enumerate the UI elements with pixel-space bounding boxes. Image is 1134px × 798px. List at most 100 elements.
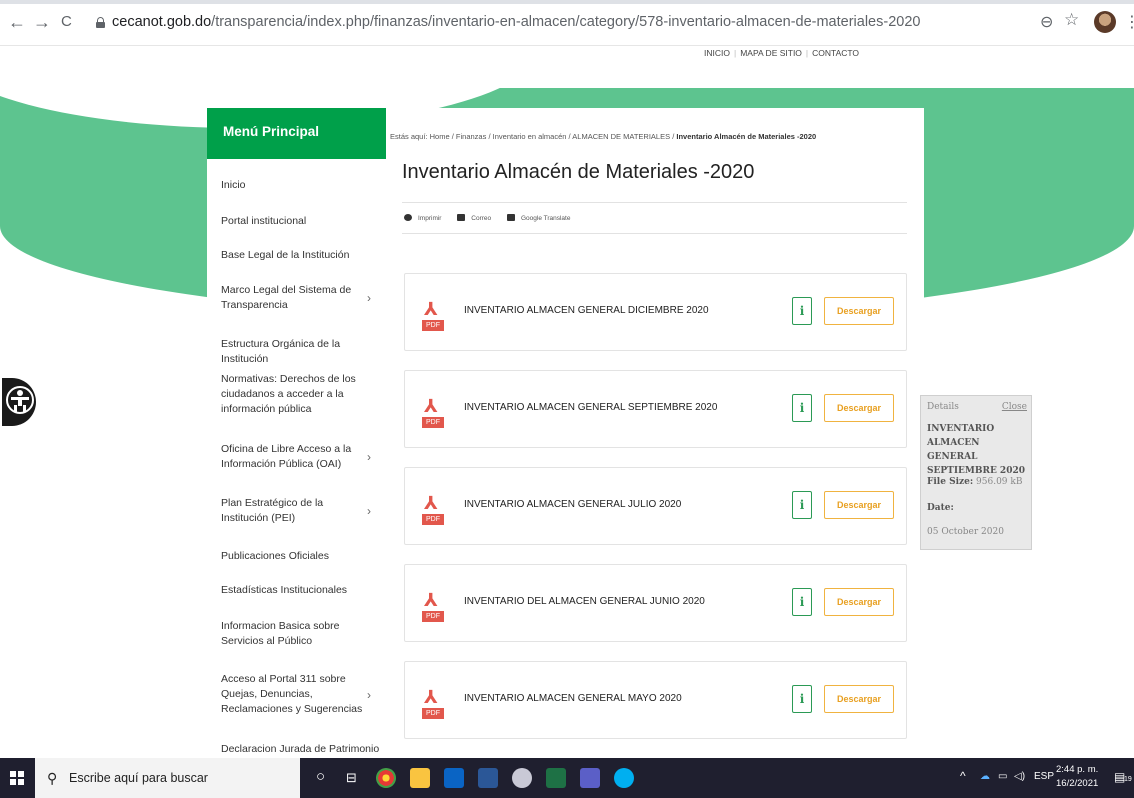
outlook-icon[interactable] xyxy=(444,768,464,788)
sidebar-item-oai[interactable]: Oficina de Libre Acceso a la Información… xyxy=(221,442,361,472)
file-name[interactable]: INVENTARIO ALMACEN GENERAL JULIO 2020 xyxy=(464,499,681,510)
teams-icon[interactable] xyxy=(580,768,600,788)
chevron-right-icon: › xyxy=(367,504,371,518)
cortana-icon[interactable]: ○ xyxy=(316,768,325,785)
sidebar-item-portal-311[interactable]: Acceso al Portal 311 sobre Quejas, Denun… xyxy=(221,672,366,717)
profile-avatar[interactable] xyxy=(1094,11,1116,33)
file-name[interactable]: INVENTARIO ALMACEN GENERAL MAYO 2020 xyxy=(464,693,682,704)
info-button[interactable]: i xyxy=(792,491,812,519)
breadcrumb-item-home[interactable]: Home xyxy=(430,132,450,141)
paint-icon[interactable] xyxy=(512,768,532,788)
breadcrumb-separator: / xyxy=(451,132,454,141)
util-link-mapa[interactable]: MAPA DE SITIO xyxy=(736,48,806,58)
sidebar-item-publicaciones[interactable]: Publicaciones Oficiales xyxy=(221,549,381,564)
sidebar-item-base-legal[interactable]: Base Legal de la Institución xyxy=(221,248,381,263)
info-button[interactable]: i xyxy=(792,394,812,422)
print-button[interactable]: Imprimir xyxy=(404,214,441,222)
breadcrumb-item-finanzas[interactable]: Finanzas xyxy=(456,132,486,141)
utility-links: INICIO | MAPA DE SITIO | CONTACTO xyxy=(700,48,863,58)
network-icon[interactable]: ▭ xyxy=(998,771,1007,782)
details-date-value: 05 October 2020 xyxy=(927,527,1004,537)
download-button[interactable]: Descargar xyxy=(824,394,894,422)
sidebar-item-normativas[interactable]: Normativas: Derechos de los ciudadanos a… xyxy=(221,372,361,417)
sidebar-item-servicios[interactable]: Informacion Basica sobre Servicios al Pú… xyxy=(221,619,381,649)
info-button[interactable]: i xyxy=(792,297,812,325)
breadcrumb-separator: / xyxy=(568,132,571,141)
info-button[interactable]: i xyxy=(792,685,812,713)
email-label: Correo xyxy=(471,215,492,222)
file-row: ⅄ PDF INVENTARIO ALMACEN GENERAL MAYO 202… xyxy=(404,661,907,739)
file-row: ⅄ PDF INVENTARIO ALMACEN GENERAL DICIEMBR… xyxy=(404,273,907,351)
download-button[interactable]: Descargar xyxy=(824,491,894,519)
download-button[interactable]: Descargar xyxy=(824,685,894,713)
zoom-icon[interactable]: ⊖ xyxy=(1040,12,1053,32)
pdf-icon: ⅄ PDF xyxy=(422,493,444,527)
breadcrumb-item-almacen[interactable]: ALMACEN DE MATERIALES xyxy=(572,132,670,141)
file-name[interactable]: INVENTARIO DEL ALMACEN GENERAL JUNIO 202… xyxy=(464,596,705,607)
task-view-icon[interactable]: ⊟ xyxy=(346,770,357,786)
forward-icon[interactable]: → xyxy=(33,12,51,32)
breadcrumb-current: Inventario Almacén de Materiales -2020 xyxy=(676,132,817,141)
browser-menu-icon[interactable]: ⋮ xyxy=(1124,12,1134,32)
sidebar-item-marco-legal[interactable]: Marco Legal del Sistema de Transparencia xyxy=(221,283,361,313)
pdf-icon: ⅄ PDF xyxy=(422,299,444,333)
article-tools: Imprimir Correo Google Translate xyxy=(404,214,584,222)
breadcrumb-item-inventario[interactable]: Inventario en almacén xyxy=(493,132,567,141)
taskbar-search[interactable]: ⚲ Escribe aquí para buscar xyxy=(35,758,300,798)
details-date-label: Date: xyxy=(927,503,954,513)
sidebar-item-declaracion[interactable]: Declaracion Jurada de Patrimonio xyxy=(221,742,381,757)
pdf-icon: ⅄ PDF xyxy=(422,590,444,624)
pdf-tag: PDF xyxy=(422,611,444,622)
translate-label: Google Translate xyxy=(520,215,571,222)
file-explorer-icon[interactable] xyxy=(410,768,430,788)
taskbar-search-placeholder: Escribe aquí para buscar xyxy=(69,771,208,785)
download-button[interactable]: Descargar xyxy=(824,297,894,325)
accessibility-button[interactable] xyxy=(2,378,36,426)
sidebar-item-estadisticas[interactable]: Estadísticas Institucionales xyxy=(221,583,381,598)
sidebar-title: Menú Principal xyxy=(207,108,386,159)
back-icon[interactable]: ← xyxy=(8,12,26,32)
bookmark-star-icon[interactable]: ☆ xyxy=(1064,10,1079,30)
clock-date: 16/2/2021 xyxy=(1056,778,1099,789)
file-name[interactable]: INVENTARIO ALMACEN GENERAL SEPTIEMBRE 20… xyxy=(464,402,717,413)
breadcrumb-separator: / xyxy=(672,132,675,141)
pdf-icon: ⅄ PDF xyxy=(422,687,444,721)
pdf-tag: PDF xyxy=(422,417,444,428)
file-row: ⅄ PDF INVENTARIO DEL ALMACEN GENERAL JUNI… xyxy=(404,564,907,642)
windows-start-icon[interactable] xyxy=(10,771,24,785)
url-text[interactable]: cecanot.gob.do/transparencia/index.php/f… xyxy=(112,14,920,30)
system-clock[interactable]: 2:44 p. m. 16/2/2021 xyxy=(1056,763,1098,791)
tab-strip xyxy=(0,0,1134,4)
sidebar-item-pei[interactable]: Plan Estratégico de la Institución (PEI) xyxy=(221,496,366,526)
reload-icon[interactable]: C xyxy=(61,12,72,32)
sidebar-item-portal[interactable]: Portal institucional xyxy=(221,214,381,229)
file-name[interactable]: INVENTARIO ALMACEN GENERAL DICIEMBRE 202… xyxy=(464,305,709,316)
email-button[interactable]: Correo xyxy=(457,214,491,222)
volume-icon[interactable]: ◁) xyxy=(1014,771,1025,782)
language-indicator[interactable]: ESP xyxy=(1034,771,1054,782)
util-link-contacto[interactable]: CONTACTO xyxy=(808,48,863,58)
notification-count: 19 xyxy=(1124,776,1132,783)
url-path: /transparencia/index.php/finanzas/invent… xyxy=(211,14,921,30)
breadcrumb: Estás aquí: Home / Finanzas / Inventario… xyxy=(390,132,816,141)
excel-icon[interactable] xyxy=(546,768,566,788)
details-file-name: INVENTARIO ALMACEN GENERAL SEPTIEMBRE 20… xyxy=(927,424,1025,476)
chrome-icon[interactable] xyxy=(376,768,396,788)
info-button[interactable]: i xyxy=(792,588,812,616)
url-host: cecanot.gob.do xyxy=(112,14,212,30)
translate-icon xyxy=(506,214,515,221)
translate-button[interactable]: Google Translate xyxy=(506,214,571,222)
word-icon[interactable] xyxy=(478,768,498,788)
address-bar[interactable]: cecanot.gob.do/transparencia/index.php/f… xyxy=(88,10,1078,36)
download-button[interactable]: Descargar xyxy=(824,588,894,616)
sidebar-item-inicio[interactable]: Inicio xyxy=(221,178,381,193)
tray-chevron-icon[interactable]: ^ xyxy=(960,769,966,783)
util-link-inicio[interactable]: INICIO xyxy=(700,48,734,58)
onedrive-icon[interactable]: ☁ xyxy=(980,771,990,782)
skype-icon[interactable] xyxy=(614,768,634,788)
details-file-size: File Size: 956.09 kB xyxy=(927,477,1022,487)
pdf-tag: PDF xyxy=(422,320,444,331)
print-label: Imprimir xyxy=(418,215,442,222)
sidebar-item-estructura[interactable]: Estructura Orgánica de la Institución xyxy=(221,337,381,367)
details-close-link[interactable]: Close xyxy=(1002,402,1027,412)
